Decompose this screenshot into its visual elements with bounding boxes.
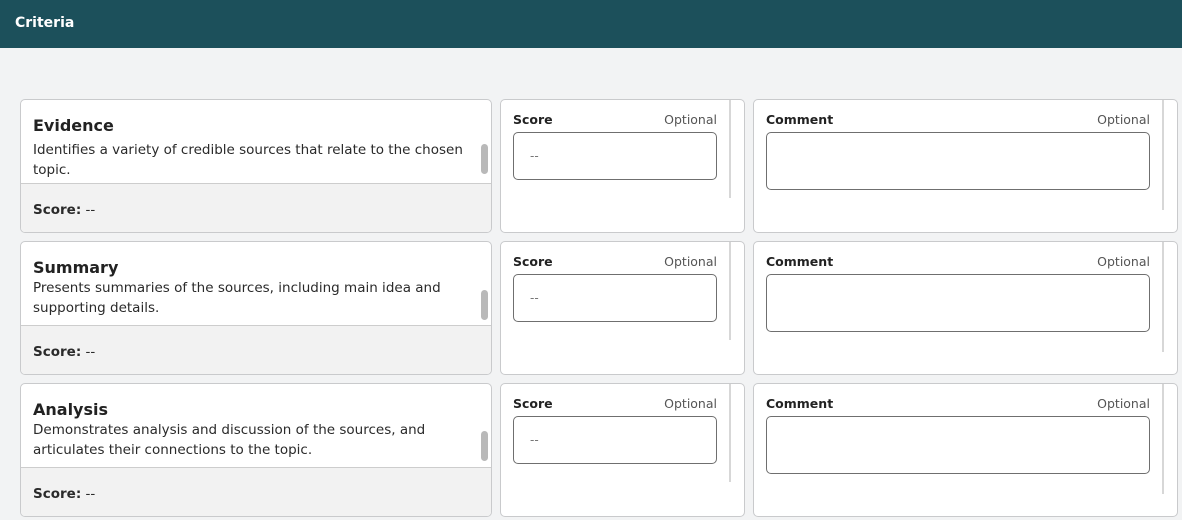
criterion-description-area[interactable]: Summary Presents summaries of the source… — [21, 242, 491, 326]
comment-card-summary: Comment Optional — [753, 241, 1178, 375]
score-label: Score — [513, 254, 553, 269]
criterion-title: Analysis — [33, 400, 109, 419]
score-input-placeholder: -- — [530, 433, 539, 447]
comment-label: Comment — [766, 396, 834, 411]
criterion-score-text: Score: -- — [33, 202, 95, 218]
criterion-description: Identifies a variety of credible sources… — [33, 142, 463, 178]
score-card-evidence: Score Optional -- — [500, 99, 745, 233]
score-summary-label: Score: — [33, 202, 82, 218]
criterion-title: Evidence — [33, 116, 114, 135]
score-label: Score — [513, 112, 553, 127]
comment-card-evidence: Comment Optional — [753, 99, 1178, 233]
comment-label: Comment — [766, 254, 834, 269]
score-optional-label: Optional — [664, 112, 717, 127]
comment-optional-label: Optional — [1097, 112, 1150, 127]
score-label: Score — [513, 396, 553, 411]
score-input[interactable]: -- — [513, 132, 717, 180]
score-card-analysis: Score Optional -- — [500, 383, 745, 517]
criterion-score-summary: Score: -- — [21, 325, 491, 374]
criterion-score-summary: Score: -- — [21, 467, 491, 516]
criterion-score-text: Score: -- — [33, 344, 95, 360]
score-optional-label: Optional — [664, 396, 717, 411]
criterion-description: Presents summaries of the sources, inclu… — [33, 280, 441, 316]
score-optional-label: Optional — [664, 254, 717, 269]
comment-textarea[interactable] — [766, 274, 1150, 332]
criterion-card-summary: Summary Presents summaries of the source… — [20, 241, 492, 375]
score-scrollbar-track[interactable] — [729, 100, 731, 198]
description-scrollbar[interactable] — [481, 290, 488, 320]
description-scrollbar[interactable] — [481, 431, 488, 461]
criterion-card-evidence: Evidence Identifies a variety of credibl… — [20, 99, 492, 233]
score-input[interactable]: -- — [513, 416, 717, 464]
comment-scrollbar-track[interactable] — [1162, 384, 1164, 494]
criterion-title: Summary — [33, 258, 119, 277]
score-summary-value: -- — [85, 202, 96, 218]
comment-optional-label: Optional — [1097, 254, 1150, 269]
criterion-score-text: Score: -- — [33, 486, 95, 502]
comment-textarea[interactable] — [766, 416, 1150, 474]
criterion-description: Demonstrates analysis and discussion of … — [33, 422, 426, 458]
comment-textarea[interactable] — [766, 132, 1150, 190]
score-summary-value: -- — [85, 344, 96, 360]
description-scrollbar[interactable] — [481, 144, 488, 174]
score-summary-label: Score: — [33, 486, 82, 502]
score-card-summary: Score Optional -- — [500, 241, 745, 375]
page-title: Criteria — [15, 15, 75, 31]
comment-optional-label: Optional — [1097, 396, 1150, 411]
score-scrollbar-track[interactable] — [729, 242, 731, 340]
comment-label: Comment — [766, 112, 834, 127]
criterion-description-area[interactable]: Evidence Identifies a variety of credibl… — [21, 100, 491, 184]
criterion-card-analysis: Analysis Demonstrates analysis and discu… — [20, 383, 492, 517]
score-summary-value: -- — [85, 486, 96, 502]
score-input[interactable]: -- — [513, 274, 717, 322]
comment-scrollbar-track[interactable] — [1162, 100, 1164, 210]
comment-scrollbar-track[interactable] — [1162, 242, 1164, 352]
score-input-placeholder: -- — [530, 291, 539, 305]
criterion-score-summary: Score: -- — [21, 183, 491, 232]
score-scrollbar-track[interactable] — [729, 384, 731, 482]
criterion-description-area[interactable]: Analysis Demonstrates analysis and discu… — [21, 384, 491, 468]
score-input-placeholder: -- — [530, 149, 539, 163]
comment-card-analysis: Comment Optional — [753, 383, 1178, 517]
score-summary-label: Score: — [33, 344, 82, 360]
criteria-header: Criteria — [0, 0, 1182, 48]
